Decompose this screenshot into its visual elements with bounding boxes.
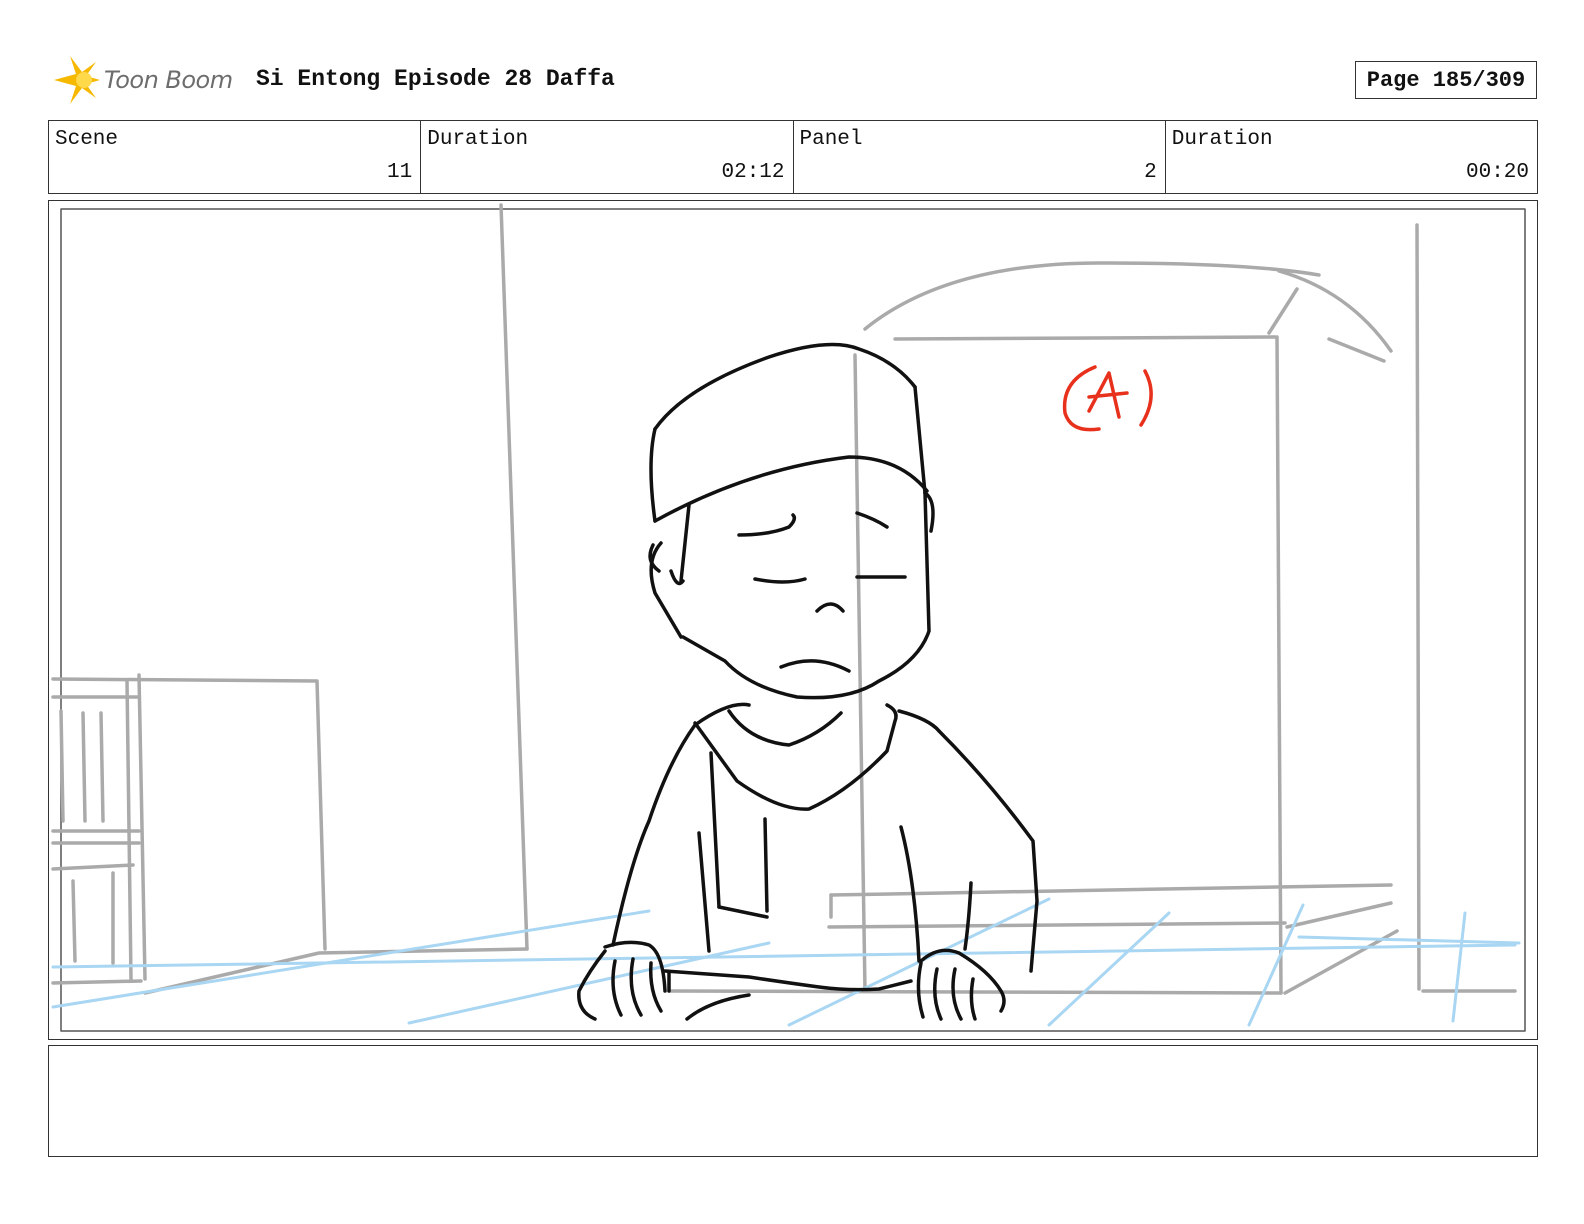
starburst-icon	[54, 56, 100, 104]
scene-cell: Scene 11	[49, 121, 422, 193]
background-sketch	[51, 203, 1517, 995]
panel-label: Panel	[799, 128, 863, 151]
panel-duration-value: 00:20	[1465, 161, 1529, 184]
document-title: Si Entong Episode 28 Daffa	[256, 66, 615, 92]
page-indicator: Page 185/309	[1355, 61, 1537, 99]
scene-duration-cell: Duration 02:12	[421, 121, 794, 193]
scene-value: 11	[387, 161, 413, 184]
toon-boom-logo: Toon Boom	[50, 54, 240, 106]
scene-duration-label: Duration	[427, 128, 529, 151]
panel-duration-label: Duration	[1171, 128, 1273, 151]
scene-label: Scene	[55, 128, 119, 151]
logo-text: Toon Boom	[104, 66, 233, 94]
panel-duration-cell: Duration 00:20	[1166, 121, 1537, 193]
panel-info-row: Scene 11 Duration 02:12 Panel 2 Duration…	[48, 120, 1538, 194]
storyboard-sketch	[51, 203, 1526, 1032]
character-sketch	[577, 342, 1039, 1021]
panel-value: 2	[1144, 161, 1157, 184]
camera-annotation	[1062, 365, 1153, 432]
storyboard-frame	[48, 200, 1538, 1040]
scene-duration-value: 02:12	[721, 161, 785, 184]
panel-cell: Panel 2	[794, 121, 1166, 193]
dialogue-notes-box	[48, 1045, 1538, 1157]
